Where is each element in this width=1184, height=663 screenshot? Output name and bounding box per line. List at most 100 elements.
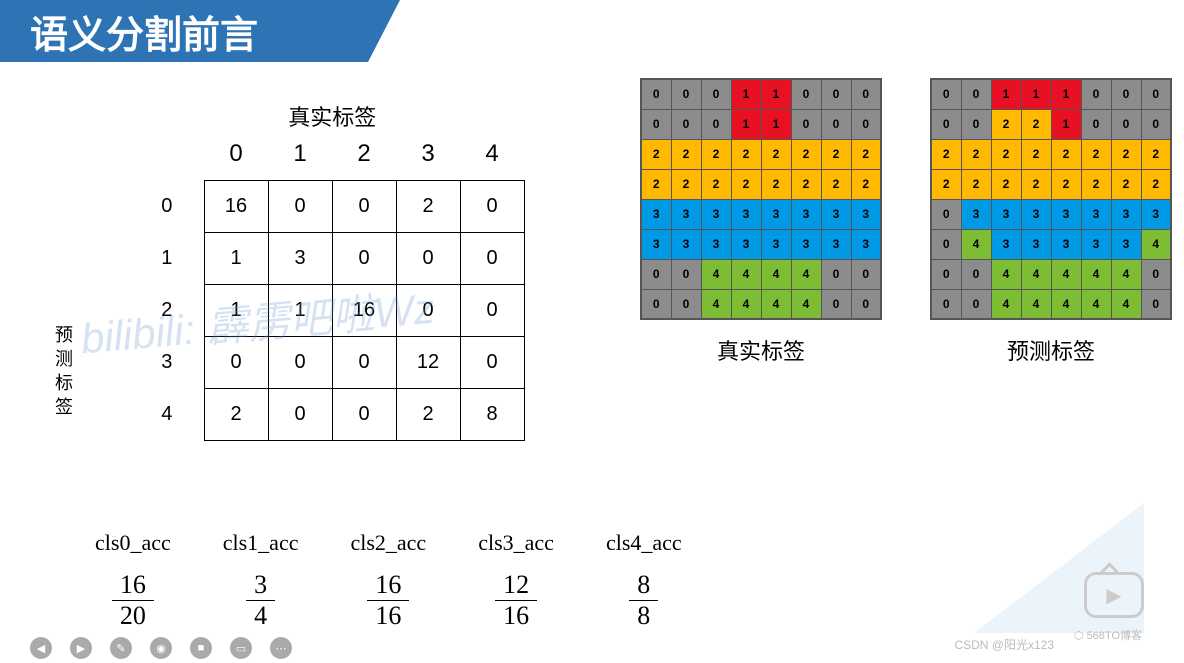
seg-cell: 2 (701, 139, 731, 169)
seg-cell: 0 (701, 109, 731, 139)
seg-cell: 3 (1051, 199, 1081, 229)
acc-name: cls0_acc (95, 530, 171, 556)
cell: 8 (460, 388, 524, 440)
seg-cell: 0 (961, 79, 991, 109)
seg-cell: 0 (791, 109, 821, 139)
next-icon[interactable]: ▶ (70, 637, 92, 659)
pred-label-grid: 0011100000221000222222222222222203333333… (930, 78, 1172, 366)
seg-cell: 4 (731, 289, 761, 319)
col-head: 4 (460, 128, 524, 180)
seg-cell: 2 (761, 169, 791, 199)
seg-cell: 2 (851, 139, 881, 169)
seg-cell: 2 (931, 139, 961, 169)
seg-cell: 0 (641, 79, 671, 109)
seg-cell: 4 (791, 259, 821, 289)
seg-cell: 2 (1021, 169, 1051, 199)
csdn-credit: CSDN @阳光x123 (954, 636, 1054, 653)
seg-cell: 3 (761, 199, 791, 229)
seg-cell: 0 (1141, 109, 1171, 139)
seg-cell: 3 (761, 229, 791, 259)
cell: 2 (396, 180, 460, 232)
pen-icon[interactable]: ✎ (110, 637, 132, 659)
pred-label-title: 预测标签 (50, 325, 76, 421)
cell: 1 (204, 232, 268, 284)
seg-cell: 3 (791, 229, 821, 259)
cell: 2 (204, 388, 268, 440)
seg-cell: 3 (701, 229, 731, 259)
frac-num: 12 (495, 570, 537, 601)
seg-cell: 3 (1111, 199, 1141, 229)
col-head: 3 (396, 128, 460, 180)
bilibili-tv-icon: ▶ (1084, 572, 1144, 618)
seg-cell: 3 (821, 199, 851, 229)
seg-cell: 4 (1051, 259, 1081, 289)
seg-cell: 2 (1051, 139, 1081, 169)
acc-item: cls3_acc1216 (478, 530, 554, 631)
prev-icon[interactable]: ◀ (30, 637, 52, 659)
frac-num: 16 (112, 570, 154, 601)
seg-cell: 0 (671, 79, 701, 109)
seg-cell: 1 (731, 79, 761, 109)
seg-cell: 4 (701, 259, 731, 289)
camera-icon[interactable]: ■ (190, 637, 212, 659)
seg-cell: 0 (641, 259, 671, 289)
row-head: 4 (140, 388, 204, 440)
seg-cell: 4 (991, 259, 1021, 289)
seg-cell: 3 (991, 199, 1021, 229)
seg-cell: 4 (961, 229, 991, 259)
seg-cell: 2 (991, 109, 1021, 139)
cell: 0 (332, 180, 396, 232)
cell: 0 (460, 232, 524, 284)
seg-cell: 0 (931, 79, 961, 109)
seg-cell: 3 (701, 199, 731, 229)
grid-caption-pred: 预测标签 (930, 334, 1172, 366)
seg-cell: 0 (851, 109, 881, 139)
seg-cell: 0 (641, 289, 671, 319)
true-label-grid: 0001100000011000222222222222222233333333… (640, 78, 882, 366)
seg-cell: 0 (821, 109, 851, 139)
seg-cell: 2 (791, 169, 821, 199)
seg-cell: 2 (671, 169, 701, 199)
cell: 0 (332, 388, 396, 440)
seg-cell: 0 (961, 259, 991, 289)
seg-cell: 3 (1051, 229, 1081, 259)
seg-cell: 2 (641, 139, 671, 169)
frac-den: 16 (495, 601, 537, 631)
seg-cell: 0 (961, 109, 991, 139)
cell: 2 (396, 388, 460, 440)
frac-num: 3 (246, 570, 275, 601)
seg-cell: 0 (931, 199, 961, 229)
page-title: 语义分割前言 (0, 0, 400, 62)
seg-cell: 0 (641, 109, 671, 139)
seg-cell: 2 (731, 169, 761, 199)
seg-cell: 2 (1141, 169, 1171, 199)
acc-item: cls0_acc1620 (95, 530, 171, 631)
seg-cell: 2 (1141, 139, 1171, 169)
seg-cell: 0 (1111, 109, 1141, 139)
seg-cell: 2 (701, 169, 731, 199)
seg-cell: 0 (671, 109, 701, 139)
seg-cell: 4 (1111, 289, 1141, 319)
seg-cell: 1 (1051, 109, 1081, 139)
seg-cell: 2 (731, 139, 761, 169)
target-icon[interactable]: ◉ (150, 637, 172, 659)
seg-cell: 4 (1081, 259, 1111, 289)
seg-cell: 4 (1111, 259, 1141, 289)
seg-cell: 4 (701, 289, 731, 319)
more-icon[interactable]: ⋯ (270, 637, 292, 659)
seg-cell: 0 (821, 79, 851, 109)
acc-name: cls1_acc (223, 530, 299, 556)
seg-cell: 3 (1141, 199, 1171, 229)
accuracy-row: cls0_acc1620 cls1_acc34 cls2_acc1616 cls… (95, 530, 682, 631)
cell: 16 (204, 180, 268, 232)
seg-cell: 1 (991, 79, 1021, 109)
seg-cell: 1 (1051, 79, 1081, 109)
seg-cell: 0 (1081, 109, 1111, 139)
comment-icon[interactable]: ▭ (230, 637, 252, 659)
seg-cell: 3 (1021, 199, 1051, 229)
seg-cell: 0 (1141, 259, 1171, 289)
acc-item: cls2_acc1616 (350, 530, 426, 631)
seg-cell: 3 (1081, 229, 1111, 259)
col-head: 2 (332, 128, 396, 180)
seg-cell: 1 (1021, 79, 1051, 109)
